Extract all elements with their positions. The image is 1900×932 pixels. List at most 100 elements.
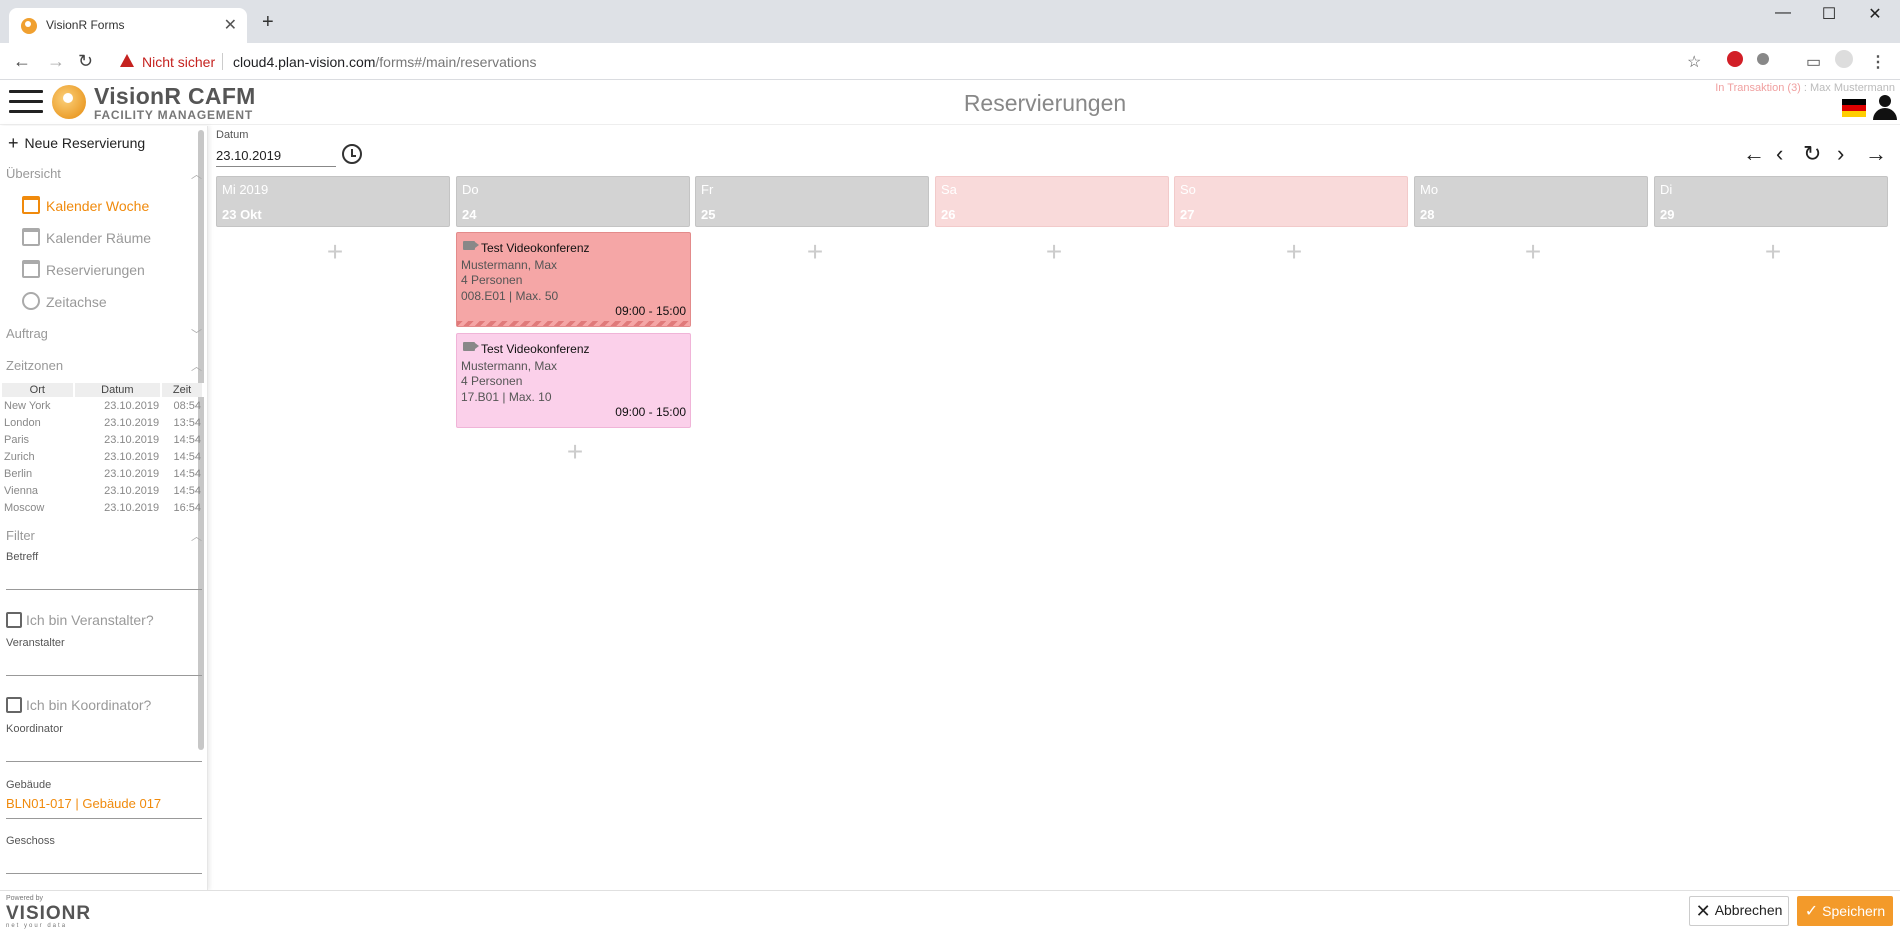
new-tab-icon[interactable]: + [262,12,274,32]
coordinator-input[interactable] [6,761,202,762]
hamburger-menu-icon[interactable] [9,90,43,114]
day-date: 24 [462,207,477,222]
arrow-left-icon[interactable]: ← [1743,141,1765,167]
coordinator-checkbox[interactable]: Ich bin Koordinator? [6,697,151,713]
user-separator: : [1800,82,1811,94]
arrow-right-icon[interactable]: → [1865,141,1887,167]
german-flag-icon[interactable] [1842,99,1866,117]
tz-time: 14:54 [173,484,201,497]
extension-icon[interactable] [1757,53,1769,65]
reload-icon[interactable]: ↻ [78,51,93,71]
app-header: VisionR CAFM FACILITY MANAGEMENT Reservi… [0,81,1900,125]
history-icon[interactable] [342,144,362,164]
sidebar-item-calendar-week[interactable]: Kalender Woche [22,196,149,214]
tz-date: 23.10.2019 [104,433,160,446]
section-order[interactable]: Auftrag [6,326,48,341]
add-reservation-icon[interactable]: + [560,438,590,466]
cancel-button[interactable]: ✕ Abbrechen [1689,896,1789,926]
organizer-label: Veranstalter [6,637,65,649]
profile-icon[interactable] [1835,50,1853,68]
chevron-up-icon[interactable]: ︿ [191,166,202,182]
chevron-down-icon[interactable]: ﹀ [191,326,202,342]
table-row: Vienna 23.10.2019 14:54 [2,482,203,499]
reservation-persons: 4 Personen [461,374,523,388]
tz-time: 08:54 [173,399,201,412]
checkbox-icon[interactable] [6,697,22,713]
day-header[interactable]: Mi 2019 23 Okt [216,176,450,227]
address-bar[interactable]: Nicht sicher cloud4.plan-vision.com/form… [110,47,1738,76]
coordinator-label: Koordinator [6,723,63,735]
new-reservation-label: Neue Reservierung [24,135,146,151]
tz-header-time: Zeit [161,383,204,397]
forward-icon[interactable]: → [47,51,65,71]
subject-label: Betreff [6,551,39,563]
day-name: Fr [701,182,714,197]
tz-header-date: Datum [73,383,163,397]
reservation-organizer: Mustermann, Max [461,359,558,373]
add-reservation-icon[interactable]: + [1279,238,1309,266]
back-icon[interactable]: ← [13,51,31,71]
opera-extension-icon[interactable] [1727,51,1743,67]
chevron-up-icon[interactable]: ︿ [191,528,202,544]
cast-icon[interactable]: ▭ [1806,52,1821,72]
close-tab-icon[interactable]: ✕ [224,15,237,35]
day-header[interactable]: Di 29 [1654,176,1888,227]
user-icon[interactable] [1872,95,1898,121]
day-header[interactable]: So 27 [1174,176,1408,227]
date-input[interactable]: 23.10.2019 [216,145,336,167]
save-button-label: Speichern [1822,903,1886,919]
add-reservation-icon[interactable]: + [1758,238,1788,266]
reservation-card[interactable]: Test Videokonferenz Mustermann, Max 4 Pe… [456,333,691,428]
menu-dots-icon[interactable]: ⋮ [1870,52,1886,72]
section-filter[interactable]: Filter [6,528,35,543]
chevron-right-icon[interactable]: › [1837,141,1844,167]
refresh-icon[interactable]: ↻ [1803,141,1821,167]
section-timezones[interactable]: Zeitzonen [6,358,63,373]
minimize-icon[interactable]: — [1760,4,1806,22]
reservation-card[interactable]: Test Videokonferenz Mustermann, Max 4 Pe… [456,232,691,327]
browser-tab[interactable]: VisionR Forms ✕ [9,8,247,43]
chevron-up-icon[interactable]: ︿ [191,358,202,374]
timezone-table: Ort Datum Zeit New York 23.10.2019 08:54 L… [2,383,204,516]
day-date: 29 [1660,207,1675,222]
day-header[interactable]: Mo 28 [1414,176,1648,227]
add-reservation-icon[interactable]: + [320,238,350,266]
section-overview[interactable]: Übersicht [6,166,61,181]
add-reservation-icon[interactable]: + [1039,238,1069,266]
day-name: Mi 2019 [222,182,269,197]
subject-input[interactable] [6,589,202,590]
close-window-icon[interactable]: ✕ [1852,4,1898,24]
day-header[interactable]: Fr 25 [695,176,929,227]
maximize-icon[interactable]: ☐ [1806,4,1852,24]
bookmark-star-icon[interactable]: ☆ [1687,52,1701,72]
tz-place: Paris [4,433,30,446]
building-underline [6,818,202,819]
new-reservation-button[interactable]: + Neue Reservierung [8,133,145,154]
add-reservation-icon[interactable]: + [800,238,830,266]
app-subtitle: FACILITY MANAGEMENT [94,108,253,122]
save-button[interactable]: ✓ Speichern [1797,896,1893,926]
organizer-checkbox[interactable]: Ich bin Veranstalter? [6,612,154,628]
tz-date: 23.10.2019 [104,450,160,463]
visionr-logo-icon [52,85,86,119]
cancel-button-label: Abbrechen [1714,901,1783,918]
table-row: Zurich 23.10.2019 14:54 [2,448,203,465]
organizer-input[interactable] [6,675,202,676]
floor-input[interactable] [6,873,202,874]
add-reservation-icon[interactable]: + [1518,238,1548,266]
sidebar-item-timeline[interactable]: Zeitachse [22,292,107,310]
reservation-time: 09:00 - 15:00 [615,405,686,419]
building-field[interactable]: BLN01-017 | Gebäude 017 [6,796,161,811]
sidebar-item-calendar-rooms[interactable]: Kalender Räume [22,228,151,246]
transaction-label[interactable]: In Transaktion (3) [1715,82,1801,94]
day-header[interactable]: Do 24 [456,176,690,227]
security-label: Nicht sicher [142,54,216,70]
chevron-left-icon[interactable]: ‹ [1776,141,1783,167]
footer-tagline: net your data [6,923,68,929]
sidebar-item-reservations[interactable]: Reservierungen [22,260,145,278]
checkbox-icon[interactable] [6,612,22,628]
close-icon: ✕ [1695,900,1711,921]
page-title: Reservierungen [963,90,1127,116]
tz-place: Berlin [4,467,33,480]
day-header[interactable]: Sa 26 [935,176,1169,227]
